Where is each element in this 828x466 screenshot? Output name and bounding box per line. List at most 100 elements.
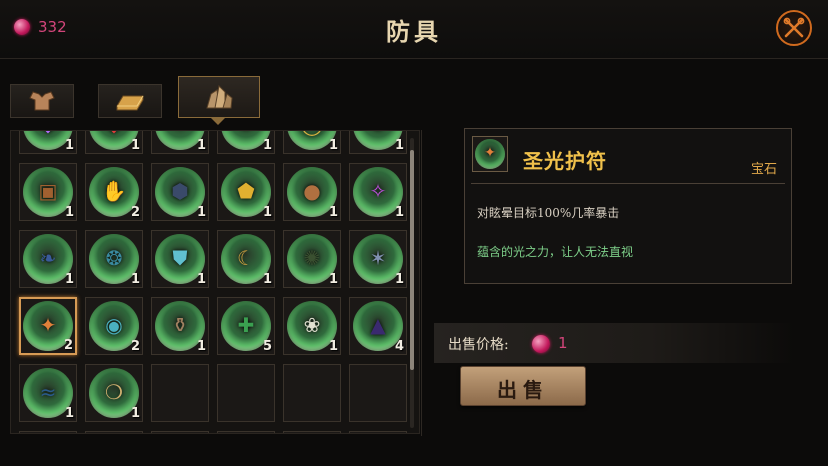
empty-slot[interactable] [349, 431, 407, 433]
item-description: 蕴含的光之力，让人无法直视 [477, 245, 634, 259]
crossed-tools-icon [783, 17, 805, 38]
item-count: 2 [130, 339, 140, 354]
inventory-slot[interactable]: ◆1 [19, 131, 77, 154]
inventory-slot[interactable]: ✧ 1 [349, 163, 407, 221]
empty-slot[interactable] [217, 364, 275, 422]
item-count: 1 [394, 205, 404, 220]
item-orb: ✦ [475, 139, 505, 169]
blue-eye-icon: ◉ [105, 313, 123, 337]
bronze-orb-icon: ● [303, 179, 321, 203]
inventory-slot[interactable]: ◯1 [283, 131, 341, 154]
sell-button[interactable]: 出售 [460, 366, 586, 406]
inventory-slot[interactable]: ✺ 1 [283, 230, 341, 288]
inventory-slot[interactable]: ❧ 1 [19, 230, 77, 288]
inventory-slot[interactable]: ▲ 4 [349, 297, 407, 355]
inventory-slot[interactable]: ✚ 5 [217, 297, 275, 355]
inventory-slot[interactable]: ❀ 1 [283, 297, 341, 355]
empty-slot[interactable] [217, 431, 275, 433]
green-cross-icon: ✚ [237, 313, 255, 337]
green-leaf-icon: ❦ [370, 131, 387, 136]
inventory-slot[interactable]: ⬟ 1 [217, 163, 275, 221]
silver-claw-icon: ✶ [369, 246, 387, 270]
item-count: 1 [196, 272, 206, 287]
item-count: 1 [328, 272, 338, 287]
tab-armor[interactable] [10, 84, 74, 118]
empty-slot[interactable] [85, 431, 143, 433]
empty-slot[interactable] [19, 431, 77, 433]
inventory-slot[interactable]: ❦1 [349, 131, 407, 154]
selected-item-icon: ✦ [472, 136, 508, 172]
item-count: 1 [130, 406, 140, 421]
detail-divider [471, 183, 785, 184]
sell-price-label: 出售价格: [448, 337, 509, 353]
inventory-slot[interactable]: ✦ 2 [19, 297, 77, 355]
item-count: 1 [64, 406, 74, 421]
item-count: 1 [328, 339, 338, 354]
item-count: 1 [64, 138, 74, 153]
empty-slot[interactable] [349, 364, 407, 422]
tab-pointer [211, 118, 225, 125]
clay-vase-icon: ⚱ [171, 313, 189, 337]
panel-divider [421, 130, 422, 436]
holy-light-amulet-icon: ✦ [39, 313, 57, 337]
empty-slot[interactable] [283, 364, 341, 422]
blue-gauntlet-icon: ✋ [101, 179, 127, 203]
item-count: 1 [394, 272, 404, 287]
gold-crescent-icon: ☾ [237, 246, 255, 270]
inventory-slot[interactable]: ✶ 1 [349, 230, 407, 288]
inventory-slot[interactable]: ⚱ 1 [151, 297, 209, 355]
inventory-slot[interactable]: ◉ 2 [85, 297, 143, 355]
item-count: 1 [64, 272, 74, 287]
dark-helm-icon: ✦ [172, 131, 189, 136]
item-name: 圣光护符 [523, 149, 607, 173]
sell-button-label: 出售 [497, 378, 549, 402]
item-count: 1 [64, 205, 74, 220]
wooden-box-icon: ▣ [38, 179, 58, 203]
inventory-panel[interactable]: ◆1◆1✦1✹1◯1❦1▣1✋2⬢1⬟1●1✧1❧1❂1⛊1☾1✺1✶1✦2◉2… [10, 130, 420, 434]
inventory-slot[interactable]: ▣ 1 [19, 163, 77, 221]
item-count: 2 [130, 205, 140, 220]
cyan-shield-icon: ⛊ [172, 246, 188, 270]
blue-wing-icon: ❧ [39, 246, 57, 270]
inventory-slot[interactable]: ✦1 [151, 131, 209, 154]
inventory-slot[interactable]: ⛊ 1 [151, 230, 209, 288]
dark-beetle-icon: ✺ [303, 246, 321, 270]
empty-slot[interactable] [151, 364, 209, 422]
tab-gems[interactable] [178, 76, 260, 118]
orange-crest-icon: ✹ [238, 131, 255, 136]
item-count: 1 [328, 205, 338, 220]
inventory-slot[interactable]: ● 1 [283, 163, 341, 221]
top-bar: 332 防具 [0, 0, 828, 59]
item-count: 4 [394, 339, 404, 354]
item-count: 1 [262, 138, 272, 153]
inventory-slot[interactable]: ❍ 1 [85, 364, 143, 422]
sell-price-value: 1 [558, 334, 568, 352]
empty-slot[interactable] [151, 431, 209, 433]
golden-tooth-icon: ❍ [105, 380, 123, 404]
scroll-thumb[interactable] [410, 150, 414, 370]
item-count: 1 [262, 272, 272, 287]
item-count: 1 [130, 272, 140, 287]
tab-materials[interactable] [98, 84, 162, 118]
sell-price-row: 出售价格: 1 [434, 323, 794, 363]
inventory-slot[interactable]: ⬢ 1 [151, 163, 209, 221]
inventory-slot[interactable]: ✋ 2 [85, 163, 143, 221]
armor-icon [29, 91, 55, 111]
red-gem-icon: ◆ [106, 131, 121, 136]
close-button[interactable] [776, 10, 812, 46]
inventory-slot[interactable]: ☾ 1 [217, 230, 275, 288]
item-detail-panel: ✦ 圣光护符 宝石 对眩晕目标100%几率暴击 蕴含的光之力，让人无法直视 [464, 128, 792, 284]
dark-armor-icon: ⬢ [171, 179, 189, 203]
inventory-slot[interactable]: ≈1 [19, 364, 77, 422]
item-count: 1 [262, 205, 272, 220]
gold-pentagon-icon: ⬟ [237, 179, 255, 203]
scrollbar[interactable] [410, 138, 414, 428]
item-count: 1 [196, 138, 206, 153]
empty-slot[interactable] [283, 431, 341, 433]
inventory-slot[interactable]: ◆1 [85, 131, 143, 154]
inventory-slot[interactable]: ✹1 [217, 131, 275, 154]
gem-cluster-icon [206, 84, 233, 109]
item-type: 宝石 [750, 162, 777, 177]
inventory-slot[interactable]: ❂ 1 [85, 230, 143, 288]
wizard-hat-icon: ▲ [370, 313, 386, 337]
